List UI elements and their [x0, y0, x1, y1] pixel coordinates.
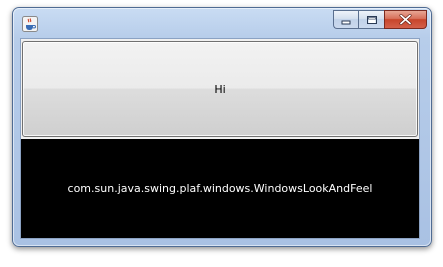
- maximize-icon: [366, 10, 378, 29]
- title-bar[interactable]: [13, 8, 431, 38]
- close-icon: [399, 10, 412, 29]
- maximize-button[interactable]: [358, 10, 384, 29]
- hi-button[interactable]: Hi: [22, 41, 418, 137]
- minimize-icon: [341, 10, 352, 29]
- minimize-button[interactable]: [333, 10, 358, 29]
- close-button[interactable]: [384, 10, 427, 29]
- content-pane: Hi com.sun.java.swing.plaf.windows.Windo…: [20, 38, 420, 239]
- java-cup-icon[interactable]: [22, 16, 38, 32]
- app-window: Hi com.sun.java.swing.plaf.windows.Windo…: [12, 7, 432, 247]
- look-and-feel-label: com.sun.java.swing.plaf.windows.WindowsL…: [21, 139, 419, 238]
- caption-buttons: [333, 10, 427, 29]
